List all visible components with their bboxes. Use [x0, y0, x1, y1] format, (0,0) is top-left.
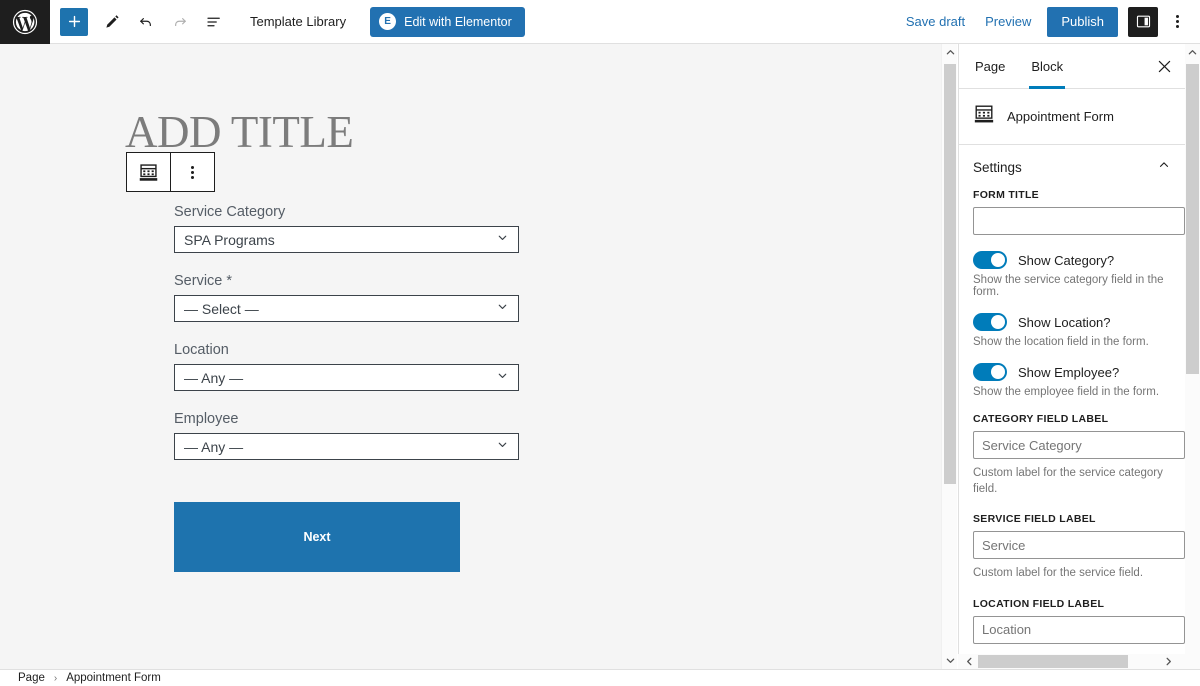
- scrollbar-thumb[interactable]: [944, 64, 956, 484]
- breadcrumb-item-page[interactable]: Page: [18, 672, 45, 684]
- block-name: Appointment Form: [1007, 109, 1114, 124]
- scroll-down-arrow-icon[interactable]: [942, 652, 958, 669]
- edit-with-elementor-button[interactable]: E Edit with Elementor: [370, 6, 525, 37]
- selected-block-card: Appointment Form: [959, 89, 1185, 145]
- editor-canvas: ADD TITLE Service Category SPA Programs: [0, 44, 941, 669]
- list-view-icon[interactable]: [198, 6, 230, 38]
- tools-pencil-icon[interactable]: [96, 6, 128, 38]
- form-field-location: Location — Any —: [174, 342, 519, 391]
- tab-page[interactable]: Page: [973, 44, 1007, 89]
- field-label: Service *: [174, 273, 233, 289]
- select-wrapper: — Any —: [174, 364, 519, 391]
- settings-section-title: Settings: [973, 159, 1022, 175]
- next-button[interactable]: Next: [174, 502, 460, 572]
- sidebar-vertical-scrollbar[interactable]: [1185, 44, 1200, 669]
- toggle-label: Show Employee?: [1018, 364, 1120, 380]
- settings-section-header[interactable]: Settings: [959, 145, 1185, 189]
- service-category-select[interactable]: SPA Programs: [174, 226, 519, 253]
- preview-button[interactable]: Preview: [975, 8, 1041, 35]
- elementor-button-label: Edit with Elementor: [404, 14, 512, 29]
- select-wrapper: SPA Programs: [174, 226, 519, 253]
- wordpress-logo-icon[interactable]: [0, 0, 50, 44]
- breadcrumb-item-block[interactable]: Appointment Form: [66, 672, 161, 684]
- toggle-help-text: Show the employee field in the form.: [973, 386, 1160, 398]
- form-title-input[interactable]: [973, 207, 1185, 235]
- toggle-knob: [991, 365, 1005, 379]
- scroll-right-arrow-icon[interactable]: [1160, 654, 1176, 669]
- block-settings-sidebar: Page Block Appointment Form Settings FOR…: [958, 44, 1185, 669]
- form-field-service: Service * — Select —: [174, 273, 519, 322]
- scrollbar-thumb[interactable]: [978, 655, 1128, 668]
- appointment-calendar-icon[interactable]: [127, 153, 170, 191]
- settings-section-body: FORM TITLE Show Category? Show the servi…: [959, 189, 1185, 658]
- tab-block[interactable]: Block: [1029, 44, 1066, 89]
- select-wrapper: — Any —: [174, 433, 519, 460]
- page-title[interactable]: ADD TITLE: [125, 110, 354, 155]
- undo-arrow-icon[interactable]: [130, 6, 162, 38]
- show-location-toggle[interactable]: [973, 313, 1007, 331]
- show-location-toggle-row[interactable]: Show Location?: [973, 313, 1171, 331]
- sidebar-panel-icon[interactable]: [1128, 6, 1158, 37]
- editor-top-bar: Template Library E Edit with Elementor S…: [0, 0, 1200, 44]
- more-options-icon[interactable]: [1162, 6, 1192, 38]
- show-category-toggle[interactable]: [973, 251, 1007, 269]
- kebab-menu-icon: [1175, 15, 1179, 28]
- field-label: Service Category: [174, 204, 286, 220]
- toggle-help-text: Show the location field in the form.: [973, 336, 1149, 348]
- breadcrumb-separator: ›: [53, 672, 58, 684]
- template-library-button[interactable]: Template Library: [250, 14, 346, 29]
- appointment-calendar-icon: [973, 103, 995, 130]
- field-label: Location: [174, 342, 229, 358]
- elementor-logo-icon: E: [379, 13, 397, 30]
- location-select[interactable]: — Any —: [174, 364, 519, 391]
- scrollbar-thumb[interactable]: [1186, 64, 1199, 374]
- block-toolbar: [126, 152, 215, 192]
- breadcrumb: Page › Appointment Form: [0, 669, 1200, 686]
- select-wrapper: — Select —: [174, 295, 519, 322]
- scroll-up-arrow-icon[interactable]: [1185, 44, 1200, 61]
- sidebar-tabs: Page Block: [959, 44, 1185, 89]
- kebab-menu-icon: [191, 165, 194, 179]
- sidebar-horizontal-scrollbar[interactable]: [958, 654, 1200, 669]
- toggle-help-text: Show the service category field in the f…: [973, 274, 1164, 298]
- scroll-left-arrow-icon[interactable]: [961, 654, 977, 669]
- toggle-label: Show Category?: [1018, 252, 1115, 268]
- top-bar-right-tools: Save draft Preview Publish: [896, 6, 1200, 38]
- block-options-button[interactable]: [171, 153, 214, 191]
- scroll-up-arrow-icon[interactable]: [942, 44, 958, 61]
- close-icon[interactable]: [1153, 55, 1175, 77]
- category-field-label: CATEGORY FIELD LABEL: [973, 413, 1109, 425]
- field-label: Employee: [174, 411, 239, 427]
- service-field-label-input[interactable]: [973, 531, 1185, 560]
- category-field-label-input[interactable]: [973, 431, 1185, 459]
- show-category-toggle-row[interactable]: Show Category?: [973, 251, 1171, 269]
- chevron-up-icon[interactable]: [1157, 158, 1171, 177]
- location-field-label: LOCATION FIELD LABEL: [973, 597, 1105, 610]
- publish-button[interactable]: Publish: [1047, 6, 1118, 37]
- top-bar-left-tools: Template Library E Edit with Elementor: [50, 6, 525, 38]
- employee-select[interactable]: — Any —: [174, 433, 519, 460]
- service-field-label: SERVICE FIELD LABEL: [973, 513, 1096, 526]
- redo-arrow-icon[interactable]: [164, 6, 196, 38]
- form-field-service-category: Service Category SPA Programs: [174, 204, 519, 253]
- service-select[interactable]: — Select —: [174, 295, 519, 322]
- form-title-label: FORM TITLE: [973, 189, 1039, 201]
- service-field-help: Custom label for the service field.: [973, 567, 1144, 580]
- form-field-employee: Employee — Any —: [174, 411, 519, 460]
- toggle-knob: [991, 253, 1005, 267]
- save-draft-button[interactable]: Save draft: [896, 8, 975, 35]
- add-block-button[interactable]: [60, 7, 88, 36]
- category-field-help: Custom label for the service category fi…: [973, 467, 1163, 495]
- show-employee-toggle-row[interactable]: Show Employee?: [973, 363, 1171, 381]
- show-employee-toggle[interactable]: [973, 363, 1007, 381]
- required-marker: *: [226, 273, 233, 289]
- canvas-vertical-scrollbar[interactable]: [941, 44, 957, 669]
- toggle-knob: [991, 315, 1005, 329]
- appointment-form-block: Service Category SPA Programs Service * …: [174, 204, 519, 572]
- toggle-label: Show Location?: [1018, 314, 1111, 330]
- location-field-label-input[interactable]: [973, 615, 1185, 644]
